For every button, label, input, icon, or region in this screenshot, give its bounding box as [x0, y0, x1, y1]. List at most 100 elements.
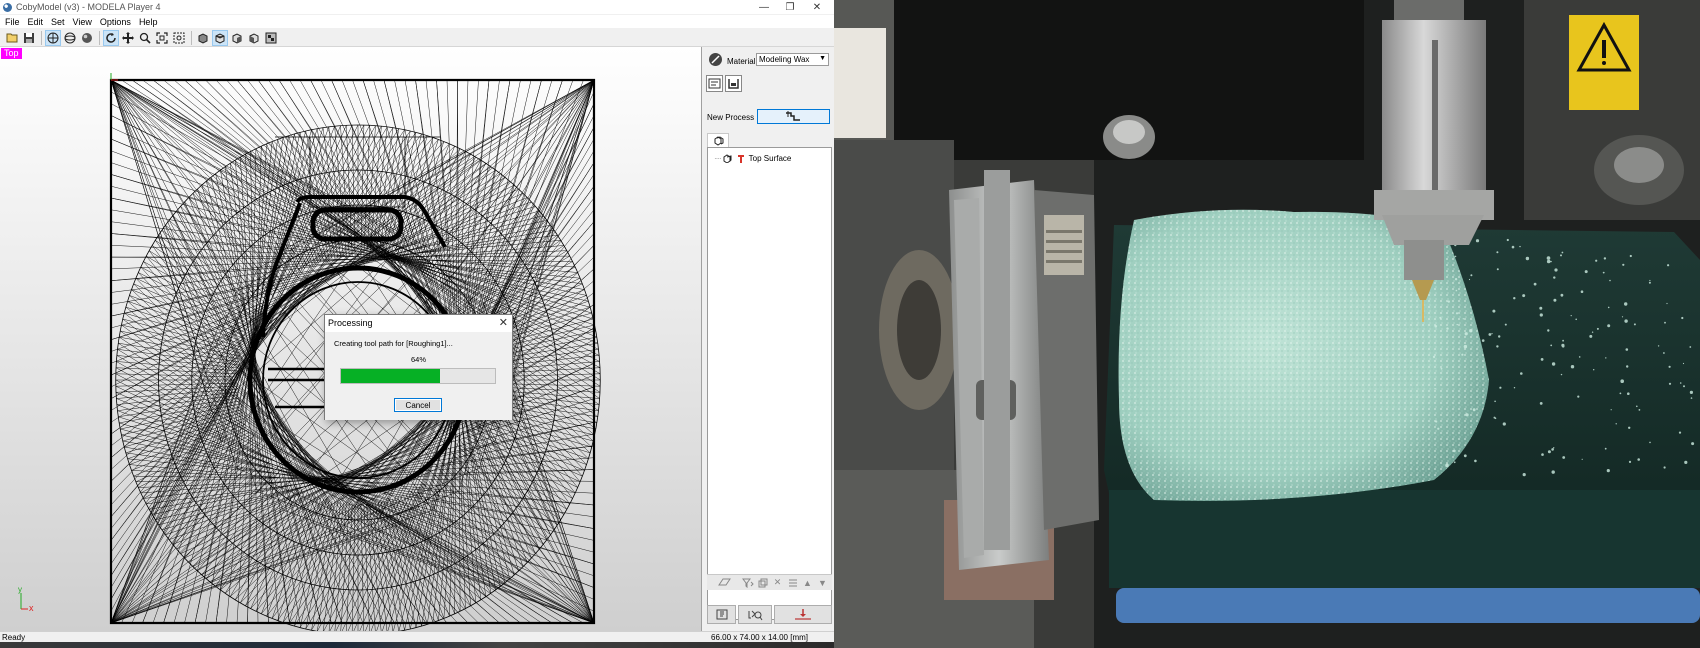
- wax-chip: [1560, 293, 1564, 297]
- rotate-icon[interactable]: [103, 29, 119, 46]
- move-up-icon[interactable]: ▲: [800, 576, 815, 589]
- tree-item-top-surface[interactable]: ···· Top Surface: [714, 153, 791, 164]
- sphere-wire-icon[interactable]: [62, 30, 78, 46]
- delete-icon[interactable]: ✕: [770, 576, 785, 589]
- wax-chip: [1447, 300, 1450, 303]
- wax-chip: [1570, 315, 1572, 317]
- wax-chip: [1522, 473, 1526, 477]
- wax-chip: [1561, 345, 1565, 348]
- wax-chip: [1624, 319, 1628, 323]
- cut-icon[interactable]: [774, 605, 832, 624]
- wax-chip: [1547, 450, 1551, 454]
- app-icon: [3, 2, 12, 12]
- wax-chip: [1609, 279, 1611, 282]
- wax-chip: [1562, 339, 1564, 342]
- menu-file[interactable]: File: [0, 17, 24, 27]
- wax-chip: [1578, 356, 1581, 358]
- wax-chip: [1551, 362, 1556, 366]
- fit-icon[interactable]: [154, 30, 170, 46]
- progress-fill: [341, 369, 440, 383]
- toolbar: [0, 29, 834, 47]
- pan-icon[interactable]: [120, 30, 136, 46]
- shaded-sphere-icon[interactable]: [79, 30, 95, 46]
- list-icon[interactable]: [785, 576, 800, 589]
- menu-view[interactable]: View: [69, 17, 96, 27]
- wax-chip: [1504, 323, 1507, 326]
- close-button[interactable]: ✕: [804, 0, 830, 14]
- wax-chip: [1607, 324, 1611, 328]
- minimize-button[interactable]: —: [751, 0, 777, 14]
- view-label: Top: [1, 48, 22, 59]
- model-size-icon[interactable]: [725, 75, 742, 92]
- 3d-viewport[interactable]: x y Top Processing ✕ Creating tool path …: [0, 47, 702, 631]
- menu-help[interactable]: Help: [135, 17, 162, 27]
- wax-chip: [1584, 270, 1588, 274]
- zoom-box-icon[interactable]: [171, 30, 187, 46]
- dialog-close-button[interactable]: ✕: [499, 316, 508, 329]
- menu-set[interactable]: Set: [47, 17, 69, 27]
- wax-chip: [1637, 458, 1640, 461]
- wax-chip: [1603, 257, 1607, 260]
- toolbar-separator: [99, 30, 100, 45]
- wax-chip: [1494, 400, 1496, 403]
- copy-icon[interactable]: [755, 576, 770, 589]
- wax-chip: [1445, 463, 1449, 468]
- perspective-icon[interactable]: [45, 29, 61, 46]
- wax-chip: [1553, 447, 1555, 449]
- maximize-button[interactable]: ❐: [777, 0, 803, 14]
- zoom-icon[interactable]: [137, 30, 153, 46]
- cancel-button[interactable]: Cancel: [394, 398, 442, 412]
- wax-chip: [1690, 397, 1693, 399]
- wax-chip: [1682, 362, 1685, 365]
- wax-chip: [1520, 372, 1523, 375]
- title-bar: CobyModel (v3) - MODELA Player 4 — ❐ ✕: [0, 0, 834, 14]
- filter-icon[interactable]: [740, 576, 755, 589]
- view-iso-icon[interactable]: [263, 30, 279, 46]
- wax-chip: [1492, 309, 1496, 313]
- wax-chip: [1474, 459, 1477, 463]
- tab-process-tree[interactable]: [707, 133, 729, 148]
- wax-chip: [1663, 466, 1666, 469]
- wax-chip: [1539, 402, 1543, 405]
- wax-chip: [1577, 395, 1580, 398]
- new-process-label: New Process: [707, 113, 755, 122]
- taskbar-strip: [0, 642, 834, 648]
- wax-chip: [1624, 302, 1628, 306]
- new-process-button[interactable]: [757, 109, 830, 124]
- wax-chip: [1456, 323, 1458, 326]
- wax-chip: [1462, 318, 1464, 320]
- tree-item-label: Top Surface: [748, 154, 792, 163]
- open-icon[interactable]: [4, 30, 20, 46]
- wax-chip: [1627, 392, 1630, 396]
- wax-chip: [1681, 316, 1684, 320]
- view-right-icon[interactable]: [229, 30, 245, 46]
- toolbar-separator: [41, 30, 42, 45]
- chevron-down-icon: ▼: [819, 55, 826, 62]
- material-select[interactable]: Modeling Wax ▼: [756, 53, 829, 66]
- preview-icon[interactable]: [707, 605, 736, 624]
- wax-chip: [1626, 365, 1629, 368]
- job-settings-icon[interactable]: [706, 75, 723, 92]
- move-down-icon[interactable]: ▼: [815, 576, 830, 589]
- wax-chip: [1663, 352, 1665, 354]
- wax-chip: [1620, 379, 1624, 384]
- wax-chip: [1468, 278, 1471, 281]
- material-icon: [707, 51, 724, 68]
- wax-chip: [1667, 264, 1670, 267]
- view-top-icon[interactable]: [212, 29, 228, 46]
- menu-edit[interactable]: Edit: [24, 17, 48, 27]
- view-left-icon[interactable]: [246, 30, 262, 46]
- wax-chip: [1513, 297, 1516, 300]
- save-icon[interactable]: [21, 30, 37, 46]
- wax-chip: [1619, 392, 1622, 395]
- surface-icon[interactable]: [717, 576, 732, 589]
- wax-chip: [1546, 256, 1551, 260]
- side-panel: Material Modeling Wax ▼ New Process ····…: [703, 47, 834, 631]
- wax-chip: [1472, 408, 1476, 412]
- wax-chip: [1434, 388, 1436, 390]
- view-front-icon[interactable]: [195, 30, 211, 46]
- menu-options[interactable]: Options: [96, 17, 135, 27]
- simulate-icon[interactable]: [738, 605, 772, 624]
- wax-chip: [1648, 281, 1651, 284]
- wax-chip: [1454, 255, 1457, 258]
